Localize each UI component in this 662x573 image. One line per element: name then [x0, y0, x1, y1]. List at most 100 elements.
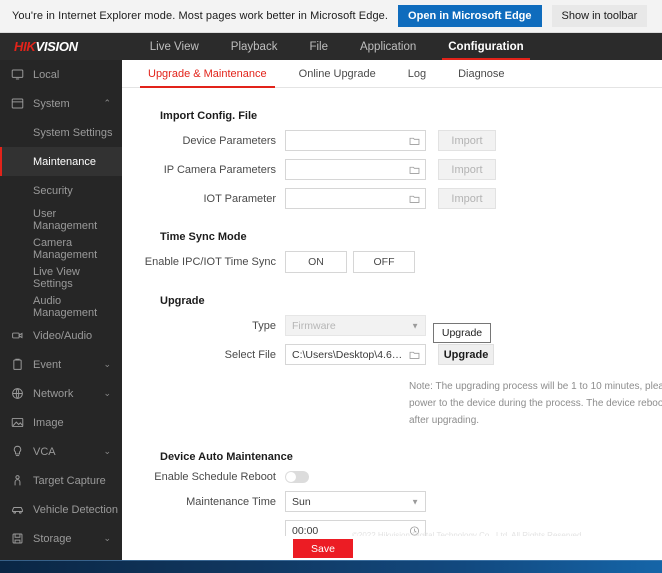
sidebar-item-label: Event: [33, 359, 61, 371]
show-in-toolbar-button[interactable]: Show in toolbar: [552, 5, 648, 27]
sidebar-item-storage[interactable]: Storage ⌄: [0, 524, 122, 553]
sidebar-item-label: Security: [33, 185, 73, 197]
sidebar-item-system-settings[interactable]: System Settings: [0, 118, 122, 147]
select-value: Firmware: [292, 320, 336, 332]
main-content: Upgrade & Maintenance Online Upgrade Log…: [122, 60, 662, 560]
save-button[interactable]: Save: [293, 539, 353, 558]
input-value: 00:00: [292, 525, 318, 537]
sidebar-item-video-audio[interactable]: Video/Audio: [0, 321, 122, 350]
field-label: Enable Schedule Reboot: [122, 471, 285, 483]
tab-upgrade-maintenance[interactable]: Upgrade & Maintenance: [132, 60, 283, 88]
globe-icon: [11, 387, 24, 400]
tab-log[interactable]: Log: [392, 60, 442, 88]
form-row-schedule-reboot: Enable Schedule Reboot: [122, 471, 662, 483]
sidebar-item-label: User Management: [33, 208, 122, 232]
sidebar-item-vca[interactable]: VCA ⌄: [0, 437, 122, 466]
tab-online-upgrade[interactable]: Online Upgrade: [283, 60, 392, 88]
upgrade-type-select[interactable]: Firmware ▼: [285, 315, 426, 336]
sidebar-item-label: Image: [33, 417, 64, 429]
sidebar-navigation: Local System ⌃ System Settings Maintenan…: [0, 60, 122, 560]
form-row-select-file: Select File C:\Users\Desktop\4.63.0... U…: [122, 344, 662, 365]
upgrade-note-text: Note: The upgrading process will be 1 to…: [409, 378, 662, 429]
car-icon: [11, 503, 24, 516]
sidebar-item-image[interactable]: Image: [0, 408, 122, 437]
iot-parameter-input[interactable]: [285, 188, 426, 209]
section-title-time-sync-mode: Time Sync Mode: [160, 231, 662, 243]
form-row-iot-parameter: IOT Parameter Import: [122, 188, 662, 209]
form-row-upgrade-type: Type Firmware ▼: [122, 315, 662, 336]
browser-window: You're in Internet Explorer mode. Most p…: [0, 0, 662, 573]
windows-taskbar[interactable]: [0, 560, 662, 573]
sidebar-item-maintenance[interactable]: Maintenance: [0, 147, 122, 176]
sidebar-item-label: Camera Management: [33, 237, 122, 261]
top-menu: Live View Playback File Application Conf…: [134, 33, 540, 60]
logo-hik-text: HIK: [14, 39, 36, 54]
device-parameters-input[interactable]: [285, 130, 426, 151]
window-icon: [11, 97, 24, 110]
sidebar-item-label: System Settings: [33, 127, 112, 139]
select-file-input[interactable]: C:\Users\Desktop\4.63.0...: [285, 344, 426, 365]
upgrade-button[interactable]: Upgrade Upgrade: [438, 344, 494, 365]
sidebar-item-audio-management[interactable]: Audio Management: [0, 292, 122, 321]
save-bar: Save: [122, 536, 662, 561]
sidebar-item-user-management[interactable]: User Management: [0, 205, 122, 234]
sidebar-item-target-capture[interactable]: Target Capture: [0, 466, 122, 495]
field-label: IP Camera Parameters: [122, 164, 285, 176]
section-title-upgrade: Upgrade: [160, 295, 662, 307]
time-sync-off-button[interactable]: OFF: [353, 251, 415, 273]
form-row-time-sync: Enable IPC/IOT Time Sync ON OFF: [122, 251, 662, 273]
topnav-item-configuration[interactable]: Configuration: [432, 33, 539, 60]
import-device-parameters-button[interactable]: Import: [438, 130, 496, 151]
topnav-item-live-view[interactable]: Live View: [134, 33, 215, 60]
sidebar-item-system[interactable]: System ⌃: [0, 89, 122, 118]
form-row-device-parameters: Device Parameters Import: [122, 130, 662, 151]
section-title-import-config: Import Config. File: [160, 110, 662, 122]
sidebar-item-security[interactable]: Security: [0, 176, 122, 205]
sidebar-item-vehicle-detection[interactable]: Vehicle Detection: [0, 495, 122, 524]
tab-diagnose[interactable]: Diagnose: [442, 60, 520, 88]
topnav-item-file[interactable]: File: [293, 33, 344, 60]
ip-camera-parameters-input[interactable]: [285, 159, 426, 180]
topnav-item-application[interactable]: Application: [344, 33, 432, 60]
logo-vision-text: VISION: [36, 39, 78, 54]
sidebar-item-event[interactable]: Event ⌄: [0, 350, 122, 379]
folder-icon[interactable]: [409, 135, 420, 146]
maintenance-day-select[interactable]: Sun ▼: [285, 491, 426, 512]
sidebar-item-live-view-settings[interactable]: Live View Settings: [0, 263, 122, 292]
field-label: IOT Parameter: [122, 193, 285, 205]
input-value: C:\Users\Desktop\4.63.0...: [292, 349, 405, 361]
chevron-up-icon: ⌃: [103, 99, 111, 108]
chevron-down-icon: ⌄: [103, 534, 111, 543]
sidebar-item-label: VCA: [33, 446, 56, 458]
sidebar-item-label: Target Capture: [33, 475, 106, 487]
topnav-item-playback[interactable]: Playback: [215, 33, 294, 60]
chevron-down-icon: ⌄: [103, 389, 111, 398]
person-icon: [11, 474, 24, 487]
content-tabs: Upgrade & Maintenance Online Upgrade Log…: [122, 60, 662, 88]
sidebar-item-label: Storage: [33, 533, 72, 545]
picture-icon: [11, 416, 24, 429]
disk-icon: [11, 532, 24, 545]
select-value: Sun: [292, 496, 311, 508]
open-in-microsoft-edge-button[interactable]: Open in Microsoft Edge: [398, 5, 541, 27]
enable-schedule-reboot-toggle[interactable]: [285, 471, 309, 483]
upgrade-tooltip: Upgrade: [433, 323, 491, 343]
time-sync-on-button[interactable]: ON: [285, 251, 347, 273]
chevron-down-icon: ▼: [411, 321, 419, 330]
clipboard-icon: [11, 358, 24, 371]
folder-icon[interactable]: [409, 164, 420, 175]
sidebar-overflow-clip: [0, 553, 122, 560]
sidebar-item-local[interactable]: Local: [0, 60, 122, 89]
taskbar-highlight: [0, 560, 662, 561]
field-label: Enable IPC/IOT Time Sync: [122, 256, 285, 268]
import-iot-parameter-button[interactable]: Import: [438, 188, 496, 209]
settings-panel: Import Config. File Device Parameters Im…: [122, 88, 662, 541]
sidebar-item-camera-management[interactable]: Camera Management: [0, 234, 122, 263]
sidebar-item-label: Video/Audio: [33, 330, 92, 342]
folder-icon[interactable]: [409, 349, 420, 360]
import-ip-camera-parameters-button[interactable]: Import: [438, 159, 496, 180]
folder-icon[interactable]: [409, 193, 420, 204]
form-row-maintenance-day: Maintenance Time Sun ▼: [122, 491, 662, 512]
chevron-down-icon: ⌄: [103, 360, 111, 369]
sidebar-item-network[interactable]: Network ⌄: [0, 379, 122, 408]
